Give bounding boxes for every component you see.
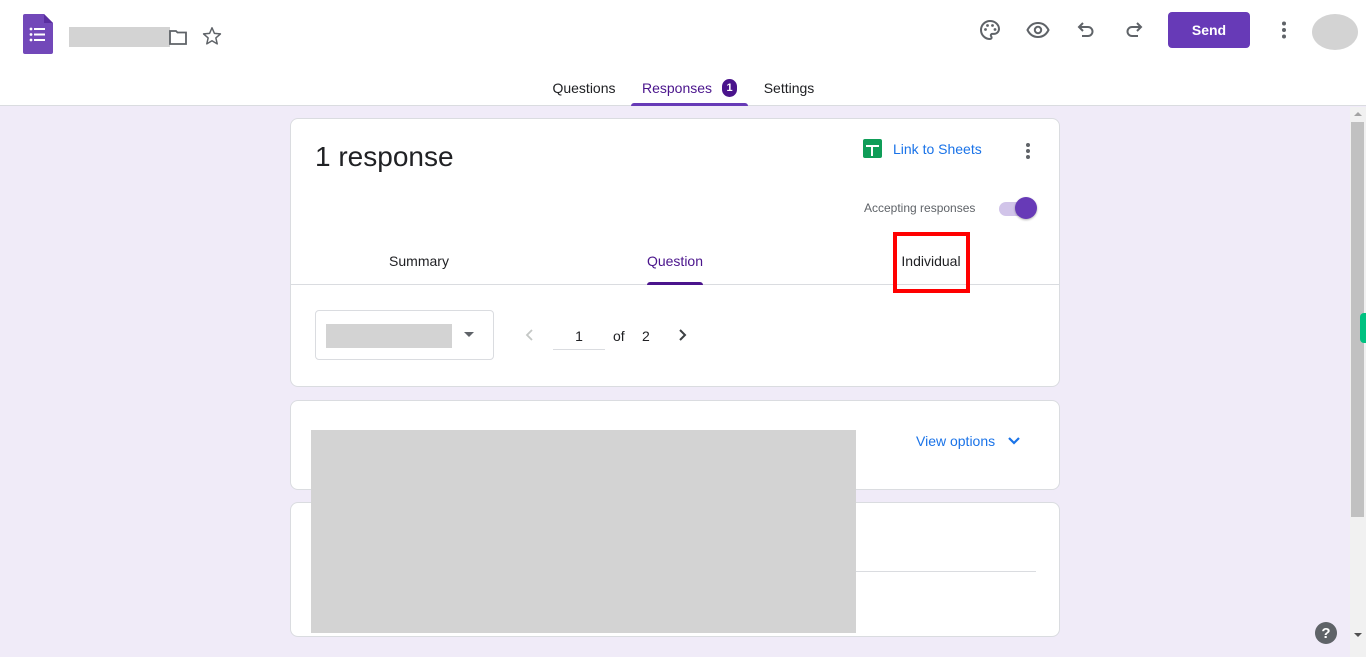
form-title[interactable] <box>69 27 170 47</box>
subtab-individual-label: Individual <box>901 253 961 269</box>
undo-icon[interactable] <box>1074 18 1098 42</box>
account-avatar[interactable] <box>1312 14 1358 50</box>
tab-questions[interactable]: Questions <box>545 70 623 106</box>
question-select-value <box>326 324 452 348</box>
accepting-responses-toggle[interactable] <box>997 197 1037 219</box>
palette-icon[interactable] <box>978 18 1002 42</box>
folder-icon[interactable] <box>169 28 187 46</box>
subtab-summary[interactable]: Summary <box>291 237 547 285</box>
response-view-tabs: Summary Question Individual <box>291 237 1059 285</box>
redacted-content <box>311 430 856 633</box>
tab-responses[interactable]: Responses 1 <box>631 70 748 106</box>
preview-eye-icon[interactable] <box>1026 18 1050 42</box>
next-page-icon[interactable] <box>673 325 691 345</box>
app-header: Send Questions Responses 1 Settings <box>0 0 1366 106</box>
answer-divider <box>856 571 1036 572</box>
subtab-question[interactable]: Question <box>547 237 803 285</box>
subtab-individual[interactable]: Individual <box>803 237 1059 285</box>
tab-responses-label: Responses <box>641 80 713 96</box>
question-select-dropdown[interactable] <box>315 310 494 360</box>
star-icon[interactable] <box>201 25 223 47</box>
tab-questions-label: Questions <box>552 80 616 96</box>
view-options-button[interactable]: View options <box>916 433 1021 449</box>
accepting-responses-label: Accepting responses <box>864 201 976 215</box>
subtab-question-label: Question <box>646 253 704 269</box>
tab-settings-label: Settings <box>763 80 815 96</box>
dropdown-arrow-icon <box>464 332 474 337</box>
google-forms-icon[interactable] <box>23 14 53 54</box>
pager-of-label: of <box>613 328 625 344</box>
toggle-thumb <box>1015 197 1037 219</box>
more-vert-icon[interactable] <box>1272 18 1296 42</box>
link-to-sheets-label: Link to Sheets <box>893 140 982 157</box>
view-options-label: View options <box>916 433 996 449</box>
link-to-sheets-button[interactable]: Link to Sheets <box>863 139 982 158</box>
page-scrollbar[interactable] <box>1350 107 1366 657</box>
chevron-down-icon <box>1008 437 1020 445</box>
main-tabs: Questions Responses 1 Settings <box>0 70 1366 106</box>
send-button[interactable]: Send <box>1168 12 1250 48</box>
response-count-title: 1 response <box>315 141 454 172</box>
pager-total: 2 <box>642 328 650 344</box>
active-tab-indicator <box>631 103 748 106</box>
responses-more-icon[interactable] <box>1016 139 1040 163</box>
subtab-summary-label: Summary <box>389 253 449 269</box>
google-sheets-icon <box>863 139 882 158</box>
responses-count-badge: 1 <box>722 79 738 97</box>
scroll-down-arrow-icon[interactable] <box>1354 633 1362 637</box>
page-number-input[interactable] <box>553 322 605 350</box>
active-subtab-indicator <box>647 282 703 285</box>
previous-page-icon[interactable] <box>521 325 539 345</box>
redo-icon[interactable] <box>1122 18 1146 42</box>
scroll-up-arrow-icon[interactable] <box>1354 112 1362 116</box>
responses-header-card: 1 response Link to Sheets Accepting resp… <box>290 118 1060 387</box>
tab-settings[interactable]: Settings <box>756 70 822 106</box>
side-panel-tab[interactable] <box>1360 313 1366 343</box>
help-icon[interactable]: ? <box>1315 622 1337 644</box>
